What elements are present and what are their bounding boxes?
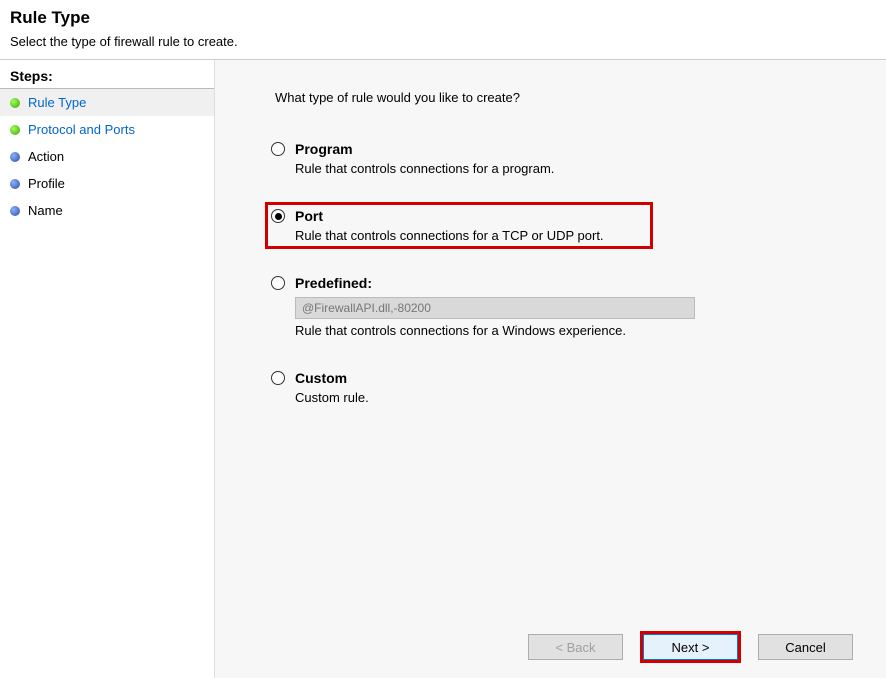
cancel-button[interactable]: Cancel	[758, 634, 853, 660]
next-button[interactable]: Next >	[643, 634, 738, 660]
page-subtitle: Select the type of firewall rule to crea…	[10, 34, 876, 49]
option-custom-label: Custom	[295, 370, 347, 386]
rule-type-question: What type of rule would you like to crea…	[245, 90, 856, 105]
radio-port[interactable]	[271, 209, 285, 223]
option-program-desc: Rule that controls connections for a pro…	[295, 161, 850, 176]
option-port[interactable]: Port Rule that controls connections for …	[265, 202, 653, 249]
step-label: Profile	[28, 176, 65, 191]
predefined-dropdown[interactable]: @FirewallAPI.dll,-80200	[295, 297, 695, 319]
rule-type-options: Program Rule that controls connections f…	[245, 135, 856, 619]
option-program[interactable]: Program Rule that controls connections f…	[265, 135, 856, 182]
wizard-header: Rule Type Select the type of firewall ru…	[0, 0, 886, 59]
step-name: Name	[0, 197, 214, 224]
radio-predefined[interactable]	[271, 276, 285, 290]
radio-program[interactable]	[271, 142, 285, 156]
step-bullet-icon	[10, 98, 20, 108]
step-profile: Profile	[0, 170, 214, 197]
steps-sidebar: Steps: Rule Type Protocol and Ports Acti…	[0, 60, 214, 678]
step-protocol-and-ports[interactable]: Protocol and Ports	[0, 116, 214, 143]
step-bullet-icon	[10, 152, 20, 162]
option-port-label: Port	[295, 208, 323, 224]
wizard-body: Steps: Rule Type Protocol and Ports Acti…	[0, 59, 886, 678]
option-predefined-label: Predefined:	[295, 275, 372, 291]
step-label: Protocol and Ports	[28, 122, 135, 137]
step-label: Rule Type	[28, 95, 86, 110]
step-bullet-icon	[10, 206, 20, 216]
option-program-label: Program	[295, 141, 353, 157]
back-button: < Back	[528, 634, 623, 660]
page-title: Rule Type	[10, 8, 876, 28]
step-action: Action	[0, 143, 214, 170]
step-label: Name	[28, 203, 63, 218]
main-panel: What type of rule would you like to crea…	[214, 60, 886, 678]
steps-heading: Steps:	[0, 68, 214, 89]
step-rule-type[interactable]: Rule Type	[0, 89, 214, 116]
radio-custom[interactable]	[271, 371, 285, 385]
option-custom-desc: Custom rule.	[295, 390, 850, 405]
option-custom[interactable]: Custom Custom rule.	[265, 364, 856, 411]
step-bullet-icon	[10, 125, 20, 135]
wizard-buttons: < Back Next > Cancel	[245, 619, 856, 663]
option-port-desc: Rule that controls connections for a TCP…	[295, 228, 647, 243]
predefined-dropdown-value: @FirewallAPI.dll,-80200	[302, 301, 431, 315]
step-label: Action	[28, 149, 64, 164]
step-bullet-icon	[10, 179, 20, 189]
option-predefined-desc: Rule that controls connections for a Win…	[295, 323, 850, 338]
option-predefined[interactable]: Predefined: @FirewallAPI.dll,-80200 Rule…	[265, 269, 856, 344]
